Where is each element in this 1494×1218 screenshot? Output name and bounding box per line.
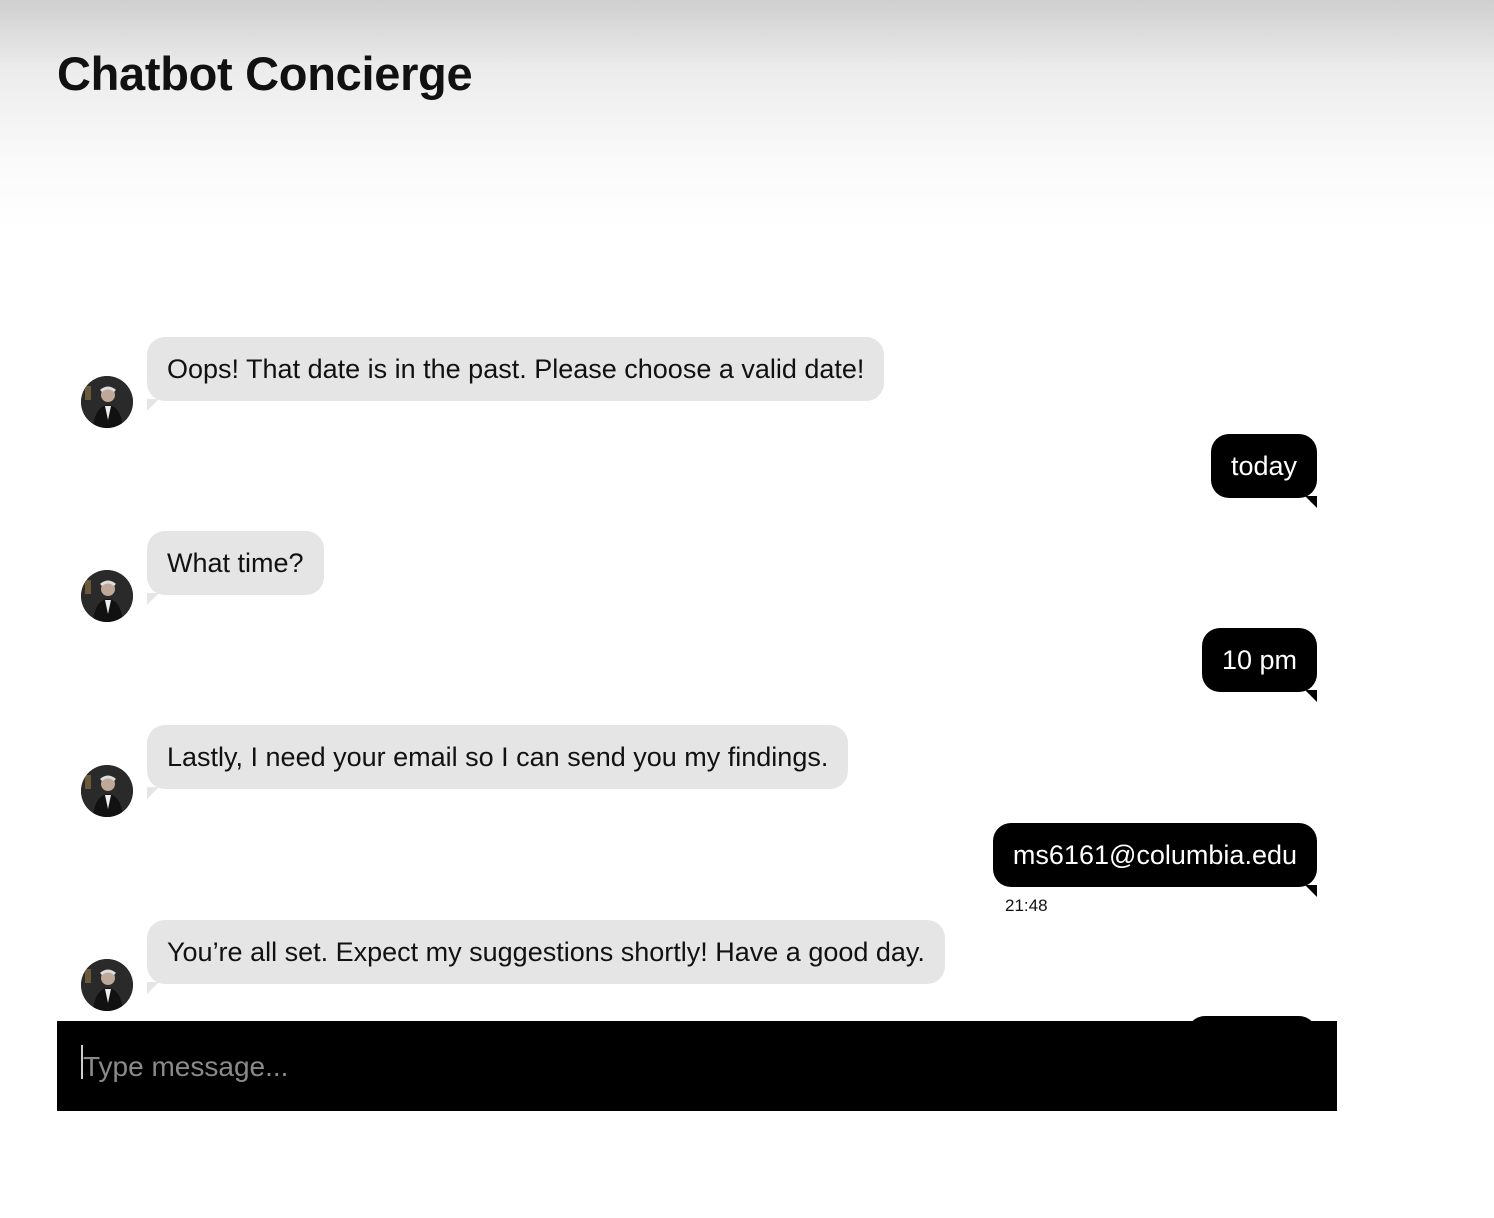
user-message-bubble: 10 pm bbox=[1201, 628, 1318, 702]
message-input[interactable] bbox=[81, 1021, 1315, 1113]
message-list[interactable]: Oops! That date is in the past. Please c… bbox=[57, 230, 1337, 1021]
bot-message-bubble: What time? bbox=[147, 531, 324, 605]
user-message-bubble: today bbox=[1210, 434, 1318, 508]
message-timestamp: 21:48 bbox=[1005, 896, 1048, 915]
bot-avatar-icon bbox=[81, 376, 133, 428]
bot-avatar-icon bbox=[81, 959, 133, 1011]
bot-message-bubble: You’re all set. Expect my suggestions sh… bbox=[147, 920, 945, 994]
bot-avatar-icon bbox=[81, 570, 133, 622]
chat-page: Chatbot Concierge Oops! That date is in … bbox=[0, 0, 1494, 1218]
message-composer bbox=[57, 1021, 1337, 1113]
page-title: Chatbot Concierge bbox=[57, 47, 473, 100]
bot-avatar-icon bbox=[81, 765, 133, 817]
text-caret bbox=[81, 1045, 83, 1079]
bot-message-bubble: Oops! That date is in the past. Please c… bbox=[147, 337, 885, 411]
user-message-bubble: ms6161@columbia.edu bbox=[992, 823, 1318, 897]
bot-message: Oops! That date is in the past. Please c… bbox=[57, 230, 1337, 430]
bot-message-bubble: Lastly, I need your email so I can send … bbox=[147, 725, 849, 799]
